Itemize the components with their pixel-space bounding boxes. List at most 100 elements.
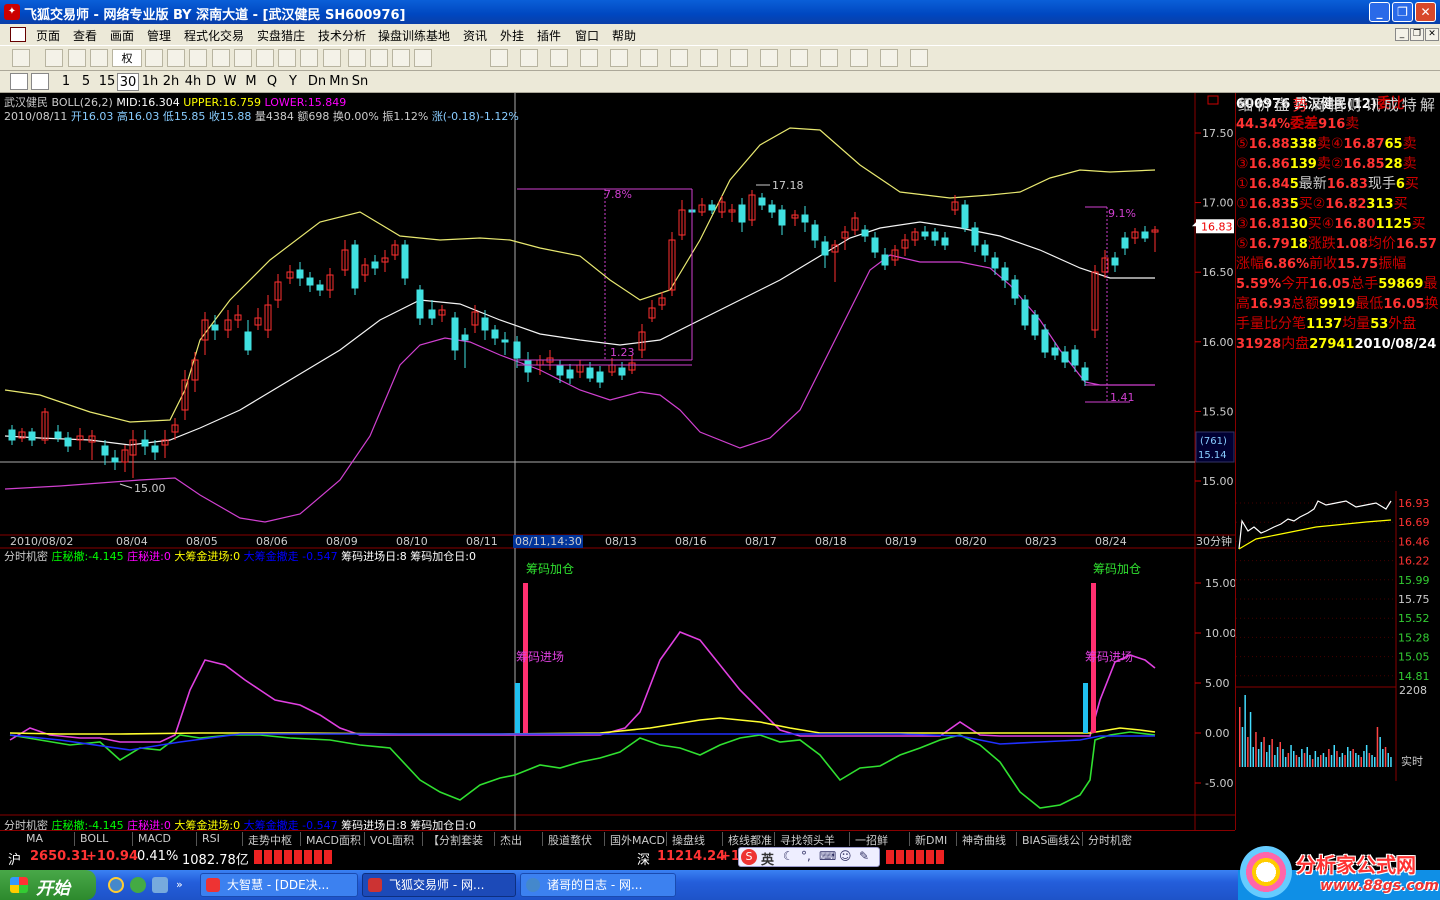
- menu-tech-analysis[interactable]: 技术分析: [318, 27, 366, 44]
- user-icon[interactable]: ☺: [839, 849, 852, 863]
- vline-icon[interactable]: [580, 49, 598, 67]
- line-type-icon[interactable]: [31, 73, 49, 90]
- period-Y[interactable]: Y: [285, 73, 301, 91]
- search-icon[interactable]: [234, 49, 252, 67]
- tool-icon[interactable]: ✎: [859, 849, 869, 863]
- minimize-button[interactable]: _: [1369, 2, 1390, 22]
- indicator-tab[interactable]: MA: [26, 832, 43, 845]
- indicator-tab[interactable]: BOLL: [80, 832, 108, 845]
- period-15[interactable]: 15: [96, 73, 118, 91]
- home-icon[interactable]: [12, 49, 30, 67]
- lock-icon[interactable]: [850, 49, 868, 67]
- zoom-icon[interactable]: [167, 49, 185, 67]
- quote-tab[interactable]: 价: [1256, 94, 1271, 115]
- menu-plugin[interactable]: 插件: [537, 27, 561, 44]
- quote-tab[interactable]: 盘: [1274, 94, 1289, 115]
- buy-sell-icon[interactable]: [45, 49, 63, 67]
- quote-tab[interactable]: 指: [1329, 94, 1344, 115]
- text-icon[interactable]: [760, 49, 778, 67]
- channel-icon[interactable]: [550, 49, 568, 67]
- start-button[interactable]: 开始: [0, 870, 96, 900]
- period-D[interactable]: D: [203, 73, 219, 91]
- quote-tab[interactable]: 细: [1238, 94, 1253, 115]
- layout4-icon[interactable]: [392, 49, 410, 67]
- period-1h[interactable]: 1h: [139, 73, 161, 91]
- close-button[interactable]: ✕: [1415, 2, 1436, 22]
- indicator-tab[interactable]: MACD: [138, 832, 171, 845]
- quote-tab[interactable]: 解: [1420, 94, 1435, 115]
- punct-icon[interactable]: °,: [801, 849, 811, 863]
- period-Mn[interactable]: Mn: [328, 73, 350, 91]
- period-M[interactable]: M: [243, 73, 259, 91]
- grid-icon[interactable]: [145, 49, 163, 67]
- quicklaunch-desktop-icon[interactable]: [152, 877, 168, 893]
- menu-program-trade[interactable]: 程式化交易: [184, 27, 244, 44]
- period-30[interactable]: 30: [117, 73, 139, 91]
- quote-tab[interactable]: 势: [1293, 94, 1308, 115]
- quicklaunch-media-icon[interactable]: [130, 877, 146, 893]
- cursor-icon[interactable]: [490, 49, 508, 67]
- chart-type-icon[interactable]: [10, 73, 28, 90]
- task-blog[interactable]: 诸哥的日志 - 网...: [520, 873, 676, 897]
- menu-manage[interactable]: 管理: [147, 27, 171, 44]
- chart-small-icon[interactable]: [414, 49, 432, 67]
- period-2h[interactable]: 2h: [160, 73, 182, 91]
- menu-view[interactable]: 查看: [73, 27, 97, 44]
- quicklaunch-more-icon[interactable]: »: [176, 878, 183, 891]
- menu-screen[interactable]: 画面: [110, 27, 134, 44]
- keyboard-icon[interactable]: ⌨: [819, 849, 836, 863]
- book-icon[interactable]: [212, 49, 230, 67]
- mini-intraday-chart[interactable]: 16.93 16.69 16.46 16.22 15.99 15.75 15.52 15.28…: [1236, 491, 1440, 791]
- moon-icon[interactable]: ☾: [783, 849, 794, 863]
- eraser-icon[interactable]: [820, 49, 838, 67]
- layout2-icon[interactable]: [348, 49, 366, 67]
- parallel-icon[interactable]: [670, 49, 688, 67]
- task-feihu[interactable]: 飞狐交易师 - 网...: [362, 873, 516, 897]
- menu-hunt[interactable]: 实盘猎庄: [257, 27, 305, 44]
- period-4h[interactable]: 4h: [182, 73, 204, 91]
- menu-window[interactable]: 窗口: [575, 27, 599, 44]
- task-dazhihui[interactable]: 大智慧 - [DDE决...: [200, 873, 358, 897]
- restore-button[interactable]: ❐: [1392, 2, 1413, 22]
- period-W[interactable]: W: [222, 73, 238, 91]
- rect-icon[interactable]: [700, 49, 718, 67]
- layout1-icon[interactable]: [323, 49, 341, 67]
- mdi-min-button[interactable]: _: [1395, 28, 1409, 41]
- ime-mode[interactable]: 英: [761, 849, 774, 868]
- warning-icon[interactable]: [278, 49, 296, 67]
- quote-tab[interactable]: 成: [1384, 94, 1399, 115]
- cross-icon[interactable]: [68, 49, 86, 67]
- quote-tab[interactable]: 特: [1402, 94, 1417, 115]
- period-Dn[interactable]: Dn: [306, 73, 328, 91]
- copy-shape-icon[interactable]: [790, 49, 808, 67]
- color-icon[interactable]: [880, 49, 898, 67]
- mdi-restore-button[interactable]: ❐: [1410, 28, 1424, 41]
- quote-tab[interactable]: 财: [1347, 94, 1362, 115]
- quote-tab[interactable]: 周: [1311, 94, 1326, 115]
- menu-help[interactable]: 帮助: [612, 27, 636, 44]
- quan-select[interactable]: 权: [112, 49, 142, 67]
- menu-page[interactable]: 页面: [36, 27, 60, 44]
- line-draw-icon[interactable]: [520, 49, 538, 67]
- ime-bar[interactable]: S 英 ☾ °, ⌨ ☺ ✎: [738, 847, 880, 868]
- flag-icon[interactable]: [300, 49, 318, 67]
- period-5[interactable]: 5: [78, 73, 94, 91]
- quicklaunch-ie-icon[interactable]: [108, 877, 124, 893]
- quote-tab[interactable]: 讯: [1365, 94, 1380, 115]
- indicator-tab[interactable]: RSI: [202, 832, 220, 845]
- fib-icon[interactable]: [610, 49, 628, 67]
- minus-icon[interactable]: [90, 49, 108, 67]
- copy-icon[interactable]: [189, 49, 207, 67]
- menu-news[interactable]: 资讯: [463, 27, 487, 44]
- mdi-close-button[interactable]: ✕: [1425, 28, 1439, 41]
- period-Q[interactable]: Q: [264, 73, 280, 91]
- period-Sn[interactable]: Sn: [349, 73, 371, 91]
- chart-area[interactable]: 17.50 17.00 16.50 16.00 15.50 15.00 16.83 (761)…: [0, 93, 1235, 830]
- alarm-icon[interactable]: [256, 49, 274, 67]
- period-1[interactable]: 1: [58, 73, 74, 91]
- menu-training[interactable]: 操盘训练基地: [378, 27, 450, 44]
- layout3-icon[interactable]: [370, 49, 388, 67]
- save-icon[interactable]: [910, 49, 928, 67]
- menu-plugin-ext[interactable]: 外挂: [500, 27, 524, 44]
- circle-icon[interactable]: [730, 49, 748, 67]
